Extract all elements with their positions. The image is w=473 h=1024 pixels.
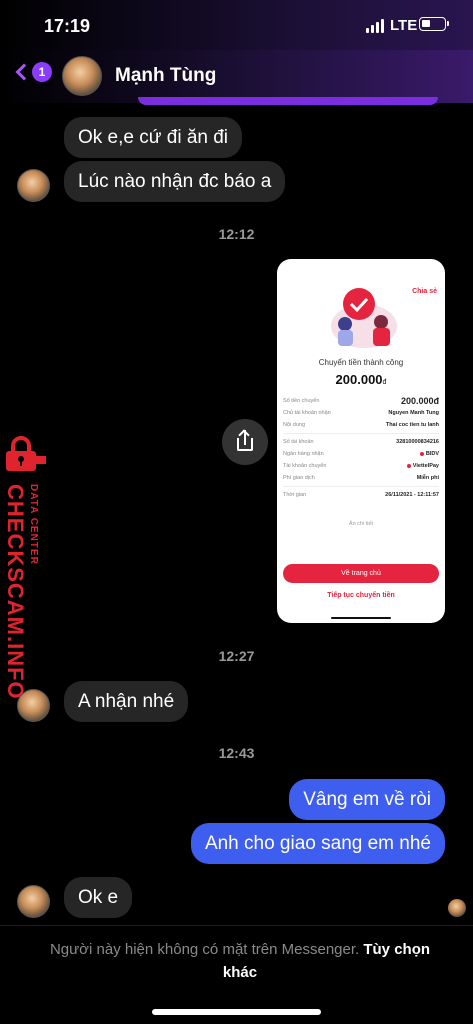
outgoing-message[interactable]: Vâng em về ròi — [289, 779, 445, 820]
receipt-title: Chuyển tiền thành công — [318, 358, 404, 367]
back-button[interactable]: 1 — [12, 62, 52, 82]
receipt-amount: 200.000đ — [335, 372, 387, 387]
incoming-message[interactable]: A nhận nhé — [64, 681, 189, 722]
unavailable-notice: Người này hiện không có mặt trên Messeng… — [40, 938, 440, 984]
home-indicator[interactable] — [152, 1009, 321, 1015]
wallet-icon — [406, 463, 411, 468]
watermark-brand: CHECKSCAM.INFO — [3, 484, 28, 700]
status-bar: 17:19 LTE — [0, 0, 473, 50]
hide-details-link: Ẩn chi tiết — [348, 521, 374, 527]
receipt-details: Số tiền chuyển 200.000đ Chủ tài khoản nhậ… — [283, 395, 439, 501]
footer-divider — [0, 925, 473, 926]
timestamp: 12:43 — [218, 745, 255, 761]
seen-indicator-avatar — [448, 899, 466, 917]
receipt-row: Số tiền chuyển 200.000đ — [283, 396, 439, 406]
timestamp: 12:27 — [218, 648, 255, 664]
lock-icon — [6, 436, 46, 471]
share-button[interactable] — [222, 419, 268, 465]
contact-avatar[interactable] — [62, 56, 102, 96]
sender-avatar[interactable] — [17, 689, 50, 722]
watermark-sub: DATA CENTER — [28, 484, 39, 565]
receipt-row: Nội dung Thai coc tien tu lanh — [283, 422, 439, 428]
previous-message-edge — [138, 97, 438, 105]
battery-icon — [419, 17, 449, 31]
chevron-left-icon — [15, 63, 33, 81]
success-illustration — [331, 288, 397, 348]
unread-badge: 1 — [32, 62, 52, 82]
receipt-row: Ngân hàng nhận BIDV — [283, 451, 439, 457]
network-label: LTE — [390, 17, 418, 34]
receipt-row: Tài khoản chuyển ViettelPay — [283, 463, 439, 469]
receipt-row: Thời gian 26/11/2021 - 12:11:57 — [283, 492, 439, 498]
notice-text: Người này hiện không có mặt trên Messeng… — [49, 941, 360, 958]
incoming-message[interactable]: Ok e — [64, 877, 133, 918]
bank-icon — [419, 451, 424, 456]
transfer-receipt-image[interactable]: Chia sẻ Chuyển tiền thành công 200.000đ … — [277, 259, 445, 623]
timestamp: 12:12 — [218, 226, 255, 242]
incoming-message[interactable]: Lúc nào nhận đc báo a — [64, 161, 286, 202]
chat-header: 1 Mạnh Tùng — [0, 50, 473, 103]
sender-avatar[interactable] — [17, 885, 50, 918]
checkscam-watermark: CHECKSCAM.INFO DATA CENTER — [0, 436, 60, 700]
outgoing-message[interactable]: Anh cho giao sang em nhé — [190, 823, 445, 864]
receipt-home-indicator — [331, 617, 391, 619]
receipt-continue-link: Tiếp tục chuyển tiền — [327, 592, 395, 599]
contact-name[interactable]: Mạnh Tùng — [115, 65, 216, 87]
incoming-message[interactable]: Ok e,e cứ đi ăn đi — [64, 117, 243, 158]
receipt-row: Phí giao dịch Miễn phí — [283, 475, 439, 481]
receipt-row: Chủ tài khoản nhận Nguyen Manh Tung — [283, 410, 439, 416]
status-time: 17:19 — [44, 16, 91, 36]
receipt-home-button: Về trang chủ — [283, 564, 439, 583]
receipt-row: Số tài khoản 32810000834216 — [283, 439, 439, 445]
sender-avatar[interactable] — [17, 169, 50, 202]
signal-icon — [366, 19, 384, 33]
receipt-share-link: Chia sẻ — [412, 288, 437, 295]
